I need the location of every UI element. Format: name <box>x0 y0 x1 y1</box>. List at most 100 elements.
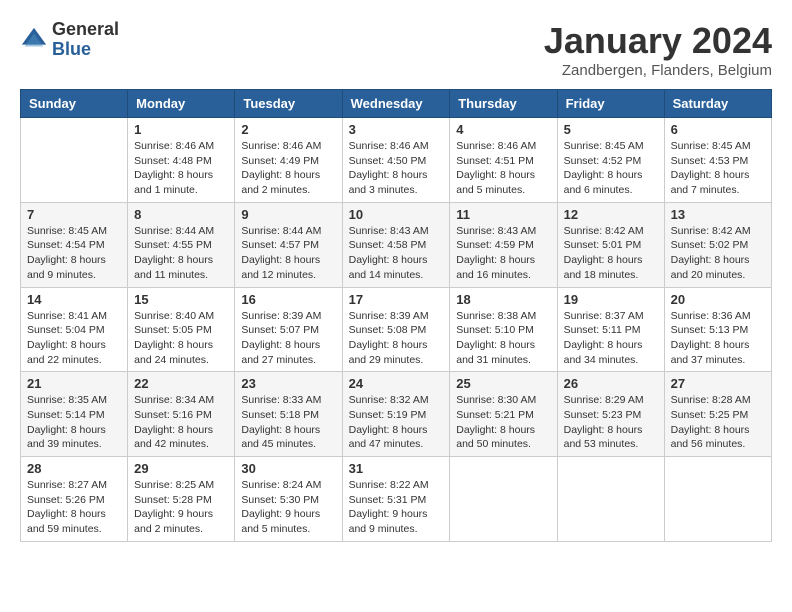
calendar-cell: 2 Sunrise: 8:46 AMSunset: 4:49 PMDaylight… <box>235 118 342 203</box>
calendar-cell: 7 Sunrise: 8:45 AMSunset: 4:54 PMDaylight… <box>21 202 128 287</box>
day-number: 7 <box>27 207 121 222</box>
day-number: 14 <box>27 292 121 307</box>
day-number: 31 <box>349 461 444 476</box>
calendar-cell: 13 Sunrise: 8:42 AMSunset: 5:02 PMDayligh… <box>664 202 771 287</box>
day-info: Sunrise: 8:46 AMSunset: 4:51 PMDaylight:… <box>456 139 550 198</box>
day-number: 15 <box>134 292 228 307</box>
weekday-header-friday: Friday <box>557 90 664 118</box>
day-info: Sunrise: 8:28 AMSunset: 5:25 PMDaylight:… <box>671 393 765 452</box>
day-info: Sunrise: 8:46 AMSunset: 4:48 PMDaylight:… <box>134 139 228 198</box>
calendar-cell <box>21 118 128 203</box>
calendar-cell: 23 Sunrise: 8:33 AMSunset: 5:18 PMDayligh… <box>235 372 342 457</box>
day-info: Sunrise: 8:40 AMSunset: 5:05 PMDaylight:… <box>134 309 228 368</box>
calendar-cell: 18Sunrise: 8:38 AMSunset: 5:10 PMDayligh… <box>450 287 557 372</box>
calendar-cell: 3 Sunrise: 8:46 AMSunset: 4:50 PMDaylight… <box>342 118 450 203</box>
calendar-week-4: 21 Sunrise: 8:35 AMSunset: 5:14 PMDayligh… <box>21 372 772 457</box>
calendar-cell <box>664 457 771 542</box>
day-number: 23 <box>241 376 335 391</box>
day-info: Sunrise: 8:27 AMSunset: 5:26 PMDaylight:… <box>27 478 121 537</box>
day-number: 25 <box>456 376 550 391</box>
calendar-cell <box>450 457 557 542</box>
calendar-cell: 24 Sunrise: 8:32 AMSunset: 5:19 PMDayligh… <box>342 372 450 457</box>
day-info: Sunrise: 8:30 AMSunset: 5:21 PMDaylight:… <box>456 393 550 452</box>
calendar-week-2: 7 Sunrise: 8:45 AMSunset: 4:54 PMDaylight… <box>21 202 772 287</box>
weekday-header-saturday: Saturday <box>664 90 771 118</box>
weekday-header-tuesday: Tuesday <box>235 90 342 118</box>
logo-text: General Blue <box>52 20 119 60</box>
day-number: 12 <box>564 207 658 222</box>
calendar-cell: 9 Sunrise: 8:44 AMSunset: 4:57 PMDaylight… <box>235 202 342 287</box>
day-info: Sunrise: 8:41 AMSunset: 5:04 PMDaylight:… <box>27 309 121 368</box>
calendar-cell: 11Sunrise: 8:43 AMSunset: 4:59 PMDayligh… <box>450 202 557 287</box>
title-block: January 2024 Zandbergen, Flanders, Belgi… <box>544 20 772 79</box>
weekday-header-monday: Monday <box>128 90 235 118</box>
day-info: Sunrise: 8:29 AMSunset: 5:23 PMDaylight:… <box>564 393 658 452</box>
day-number: 3 <box>349 122 444 137</box>
day-number: 19 <box>564 292 658 307</box>
calendar-cell: 16 Sunrise: 8:39 AMSunset: 5:07 PMDayligh… <box>235 287 342 372</box>
day-number: 26 <box>564 376 658 391</box>
day-info: Sunrise: 8:43 AMSunset: 4:58 PMDaylight:… <box>349 224 444 283</box>
calendar-cell: 15 Sunrise: 8:40 AMSunset: 5:05 PMDayligh… <box>128 287 235 372</box>
day-number: 10 <box>349 207 444 222</box>
calendar-cell <box>557 457 664 542</box>
day-info: Sunrise: 8:39 AMSunset: 5:08 PMDaylight:… <box>349 309 444 368</box>
calendar-week-1: 1 Sunrise: 8:46 AMSunset: 4:48 PMDaylight… <box>21 118 772 203</box>
calendar-week-3: 14 Sunrise: 8:41 AMSunset: 5:04 PMDayligh… <box>21 287 772 372</box>
calendar-table: SundayMondayTuesdayWednesdayThursdayFrid… <box>20 89 772 542</box>
day-number: 21 <box>27 376 121 391</box>
day-number: 9 <box>241 207 335 222</box>
day-number: 28 <box>27 461 121 476</box>
day-info: Sunrise: 8:45 AMSunset: 4:53 PMDaylight:… <box>671 139 765 198</box>
calendar-cell: 20Sunrise: 8:36 AMSunset: 5:13 PMDayligh… <box>664 287 771 372</box>
month-year: January 2024 <box>544 20 772 62</box>
day-info: Sunrise: 8:37 AMSunset: 5:11 PMDaylight:… <box>564 309 658 368</box>
day-info: Sunrise: 8:33 AMSunset: 5:18 PMDaylight:… <box>241 393 335 452</box>
day-info: Sunrise: 8:34 AMSunset: 5:16 PMDaylight:… <box>134 393 228 452</box>
calendar-cell: 26 Sunrise: 8:29 AMSunset: 5:23 PMDayligh… <box>557 372 664 457</box>
calendar-cell: 8 Sunrise: 8:44 AMSunset: 4:55 PMDaylight… <box>128 202 235 287</box>
day-info: Sunrise: 8:42 AMSunset: 5:02 PMDaylight:… <box>671 224 765 283</box>
day-info: Sunrise: 8:45 AMSunset: 4:54 PMDaylight:… <box>27 224 121 283</box>
logo-icon <box>20 26 48 54</box>
day-number: 5 <box>564 122 658 137</box>
calendar-cell: 28 Sunrise: 8:27 AMSunset: 5:26 PMDayligh… <box>21 457 128 542</box>
day-info: Sunrise: 8:25 AMSunset: 5:28 PMDaylight:… <box>134 478 228 537</box>
calendar-cell: 10 Sunrise: 8:43 AMSunset: 4:58 PMDayligh… <box>342 202 450 287</box>
calendar-cell: 4 Sunrise: 8:46 AMSunset: 4:51 PMDaylight… <box>450 118 557 203</box>
calendar-cell: 31 Sunrise: 8:22 AMSunset: 5:31 PMDayligh… <box>342 457 450 542</box>
day-number: 4 <box>456 122 550 137</box>
day-number: 22 <box>134 376 228 391</box>
day-number: 6 <box>671 122 765 137</box>
day-number: 24 <box>349 376 444 391</box>
calendar-cell: 22 Sunrise: 8:34 AMSunset: 5:16 PMDayligh… <box>128 372 235 457</box>
day-info: Sunrise: 8:42 AMSunset: 5:01 PMDaylight:… <box>564 224 658 283</box>
calendar-cell: 21 Sunrise: 8:35 AMSunset: 5:14 PMDayligh… <box>21 372 128 457</box>
day-number: 2 <box>241 122 335 137</box>
calendar-cell: 29Sunrise: 8:25 AMSunset: 5:28 PMDayligh… <box>128 457 235 542</box>
day-number: 13 <box>671 207 765 222</box>
day-info: Sunrise: 8:22 AMSunset: 5:31 PMDaylight:… <box>349 478 444 537</box>
day-info: Sunrise: 8:46 AMSunset: 4:49 PMDaylight:… <box>241 139 335 198</box>
day-info: Sunrise: 8:32 AMSunset: 5:19 PMDaylight:… <box>349 393 444 452</box>
day-number: 8 <box>134 207 228 222</box>
day-info: Sunrise: 8:36 AMSunset: 5:13 PMDaylight:… <box>671 309 765 368</box>
day-info: Sunrise: 8:44 AMSunset: 4:55 PMDaylight:… <box>134 224 228 283</box>
weekday-header-sunday: Sunday <box>21 90 128 118</box>
calendar-cell: 12 Sunrise: 8:42 AMSunset: 5:01 PMDayligh… <box>557 202 664 287</box>
day-info: Sunrise: 8:46 AMSunset: 4:50 PMDaylight:… <box>349 139 444 198</box>
day-number: 18 <box>456 292 550 307</box>
calendar-cell: 19 Sunrise: 8:37 AMSunset: 5:11 PMDayligh… <box>557 287 664 372</box>
weekday-header-wednesday: Wednesday <box>342 90 450 118</box>
day-info: Sunrise: 8:44 AMSunset: 4:57 PMDaylight:… <box>241 224 335 283</box>
calendar-cell: 27 Sunrise: 8:28 AMSunset: 5:25 PMDayligh… <box>664 372 771 457</box>
day-info: Sunrise: 8:39 AMSunset: 5:07 PMDaylight:… <box>241 309 335 368</box>
day-number: 1 <box>134 122 228 137</box>
calendar-cell: 17Sunrise: 8:39 AMSunset: 5:08 PMDayligh… <box>342 287 450 372</box>
day-number: 27 <box>671 376 765 391</box>
logo: General Blue <box>20 20 119 60</box>
calendar-cell: 6 Sunrise: 8:45 AMSunset: 4:53 PMDaylight… <box>664 118 771 203</box>
day-number: 16 <box>241 292 335 307</box>
logo-blue: Blue <box>52 40 119 60</box>
day-info: Sunrise: 8:35 AMSunset: 5:14 PMDaylight:… <box>27 393 121 452</box>
